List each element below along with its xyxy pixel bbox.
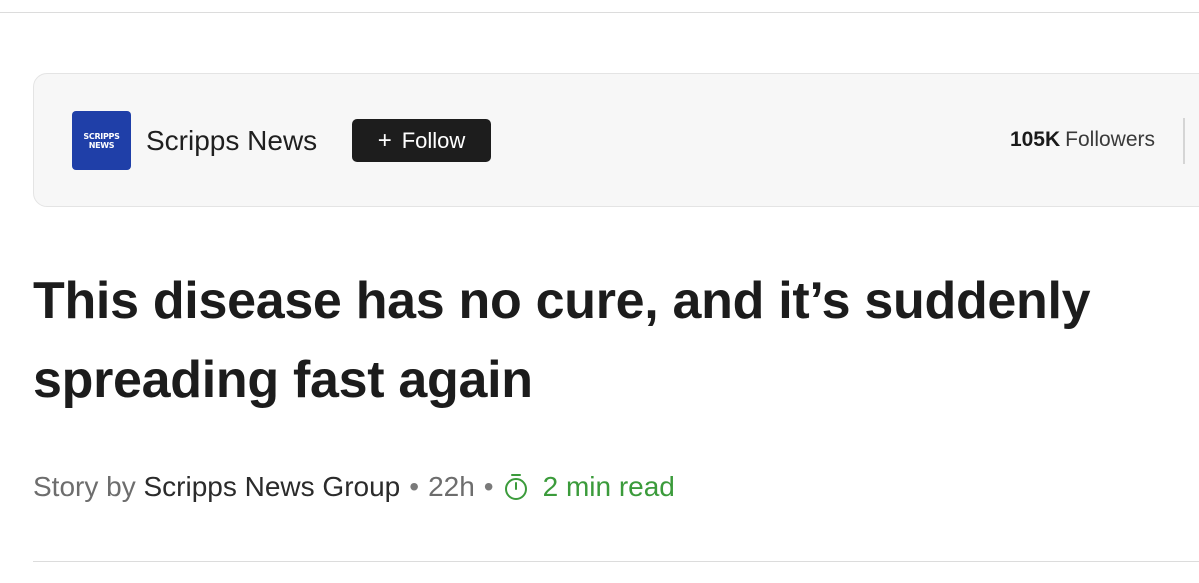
publisher-logo[interactable]: SCRIPPS NEWS	[72, 111, 131, 170]
follow-label: Follow	[401, 127, 466, 153]
byline-author[interactable]: Scripps News Group	[143, 469, 400, 505]
article-headline: This disease has no cure, and it’s sudde…	[33, 272, 1091, 409]
read-time: 2 min read	[503, 469, 675, 505]
article-age: 22h	[428, 471, 475, 502]
logo-text-line1: SCRIPPS	[83, 131, 120, 141]
article-byline: Story by Scripps News Group • 22h • 2 mi…	[33, 469, 675, 505]
timer-icon	[504, 474, 527, 500]
logo-text-line2: NEWS	[88, 140, 115, 150]
plus-icon: +	[377, 126, 392, 154]
top-divider	[0, 12, 1199, 13]
separator-dot: •	[483, 471, 494, 502]
followers-number: 105K	[1009, 128, 1061, 151]
byline-prefix: Story by	[33, 471, 136, 502]
read-time-label: 2 min read	[542, 471, 675, 502]
follow-button[interactable]: + Follow	[352, 119, 491, 162]
bottom-divider	[33, 561, 1199, 562]
card-divider	[1183, 118, 1185, 164]
publisher-name[interactable]: Scripps News	[146, 124, 317, 158]
separator-dot: •	[409, 471, 420, 502]
followers-label: Followers	[1065, 128, 1155, 151]
publisher-card: SCRIPPS NEWS Scripps News + Follow 105K F…	[33, 73, 1199, 207]
followers-count: 105K Followers	[1010, 128, 1155, 152]
article-page: SCRIPPS NEWS Scripps News + Follow 105K F…	[0, 0, 1199, 583]
